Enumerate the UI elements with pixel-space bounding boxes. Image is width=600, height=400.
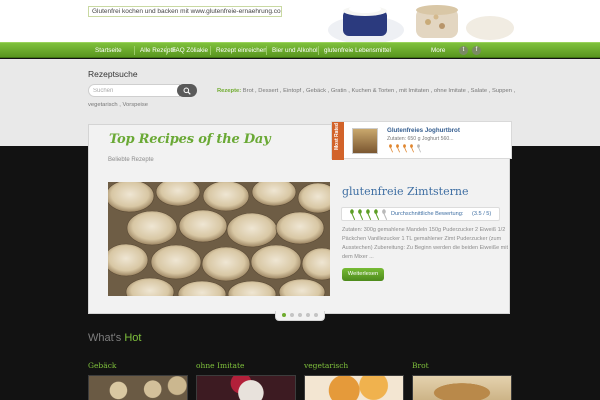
- top-recipes-subtitle: Beliebte Rezepte: [108, 157, 154, 163]
- top-recipes-card: Top Recipes of the Day Beliebte Rezepte …: [88, 121, 512, 321]
- nav-divider: [166, 46, 167, 55]
- category-link[interactable]: Dessert: [258, 88, 278, 94]
- header-food-image: [328, 5, 514, 42]
- main-navigation: Startseite Alle Rezepte FAQ Zöliakie Rez…: [0, 42, 600, 58]
- nav-divider: [210, 46, 211, 55]
- category-link[interactable]: vegetarisch: [88, 102, 118, 108]
- spoon-icon: [374, 209, 380, 220]
- most-rated-box[interactable]: Most Rated Glutenfreies Joghurtbrot Zuta…: [331, 121, 512, 160]
- spoon-icon: [350, 209, 356, 220]
- whats-hot-heading: What's Hot: [88, 332, 141, 344]
- top-recipes-title: Top Recipes of the Day: [109, 132, 271, 147]
- category-link[interactable]: ohne Imitate: [434, 88, 466, 94]
- most-rated-recipe-desc: Zutaten: 650 g Joghurt 560...: [387, 136, 454, 142]
- cookies-image: [108, 182, 330, 296]
- hot-thumbnail-gebaeck[interactable]: [88, 375, 188, 400]
- featured-recipe-photo[interactable]: [108, 182, 330, 296]
- nav-divider: [318, 46, 319, 55]
- category-link[interactable]: Gebäck: [306, 88, 326, 94]
- hot-category-gebaeck[interactable]: Gebäck: [88, 361, 116, 370]
- category-link[interactable]: Brot: [243, 88, 254, 94]
- recipe-search-title: Rezeptsuche: [88, 69, 138, 79]
- nav-item-bier-und-alkohol[interactable]: Bier und Alkohol: [272, 43, 318, 58]
- slider-dot[interactable]: [282, 313, 286, 317]
- recipe-category-list: Rezepte: Brot , Dessert , Eintopf , Gebä…: [217, 88, 516, 94]
- spoon-icon: [358, 209, 364, 220]
- spoon-icon: [403, 144, 407, 153]
- most-rated-thumbnail[interactable]: [352, 128, 378, 154]
- featured-rating-bar: Durchschnittliche Bewertung: (3.5 / 5): [341, 207, 500, 221]
- category-link[interactable]: Vorspeise: [123, 102, 148, 108]
- nav-item-glutenfreie-lebensmittel[interactable]: glutenfreie Lebensmittel: [324, 43, 391, 58]
- slider-dot[interactable]: [290, 313, 294, 317]
- most-rated-recipe-name[interactable]: Glutenfreies Joghurtbrot: [387, 127, 460, 134]
- nav-item-alle-rezepte[interactable]: Alle Rezepte: [140, 43, 176, 58]
- spoon-icon: [382, 209, 388, 220]
- spoon-icon: [366, 209, 372, 220]
- slider-dot[interactable]: [306, 313, 310, 317]
- hot-thumbnail-vegetarisch[interactable]: [304, 375, 404, 400]
- featured-spoon-rating[interactable]: [348, 209, 390, 221]
- featured-recipe-description: Zutaten: 300g gemahlene Mandeln 150g Pud…: [342, 227, 509, 260]
- hot-category-brot[interactable]: Brot: [412, 361, 429, 370]
- category-link[interactable]: Salate: [471, 88, 487, 94]
- nav-item-more[interactable]: More: [431, 43, 445, 58]
- hot-category-vegetarisch[interactable]: vegetarisch: [304, 361, 348, 370]
- spoon-icon: [417, 144, 421, 153]
- category-link[interactable]: Gratin: [331, 88, 347, 94]
- most-rated-spoon-rating: [389, 144, 421, 153]
- slider-dot[interactable]: [314, 313, 318, 317]
- category-link[interactable]: Suppen: [492, 88, 512, 94]
- rating-value: (3.5 / 5): [472, 211, 492, 217]
- nav-divider: [266, 46, 267, 55]
- twitter-icon[interactable]: t: [459, 46, 468, 55]
- search-input[interactable]: [88, 84, 180, 97]
- most-rated-ribbon: Most Rated: [332, 122, 344, 160]
- featured-recipe-title[interactable]: glutenfreie Zimtsterne: [342, 185, 468, 198]
- nav-divider: [134, 46, 135, 55]
- hot-category-ohne-imitate[interactable]: ohne Imitate: [196, 361, 244, 370]
- search-button[interactable]: [177, 84, 197, 97]
- hot-thumbnail-brot[interactable]: [412, 375, 512, 400]
- spoon-icon: [396, 144, 400, 153]
- most-rated-badge: Most Rated: [334, 123, 340, 150]
- slider-dot[interactable]: [298, 313, 302, 317]
- category-link[interactable]: mit Imitaten: [399, 88, 429, 94]
- read-more-button[interactable]: Weiterlesen: [342, 268, 384, 281]
- nav-item-faq-zoeliakie[interactable]: FAQ Zöliakie: [172, 43, 208, 58]
- whats-hot-heading-part2: Hot: [124, 332, 142, 344]
- facebook-icon[interactable]: f: [472, 46, 481, 55]
- category-link[interactable]: Eintopf: [283, 88, 301, 94]
- category-link[interactable]: Kuchen & Torten: [351, 88, 394, 94]
- spoon-icon: [410, 144, 414, 153]
- nav-item-rezept-einreichen[interactable]: Rezept einreichen: [216, 43, 267, 58]
- site-header: Glutenfrei kochen und backen mit www.glu…: [0, 0, 600, 42]
- spoon-icon: [389, 144, 393, 153]
- recipe-category-list-continued: vegetarisch , Vorspeise: [88, 102, 148, 108]
- slider-pagination: [275, 311, 325, 321]
- nav-item-startseite[interactable]: Startseite: [95, 43, 122, 58]
- hot-thumbnail-ohne-imitate[interactable]: [196, 375, 296, 400]
- whats-hot-heading-part1: What's: [88, 332, 122, 344]
- search-icon: [183, 87, 191, 95]
- rating-label: Durchschnittliche Bewertung:: [391, 211, 464, 217]
- site-tagline: Glutenfrei kochen und backen mit www.glu…: [88, 6, 282, 17]
- recipes-label: Rezepte:: [217, 88, 242, 94]
